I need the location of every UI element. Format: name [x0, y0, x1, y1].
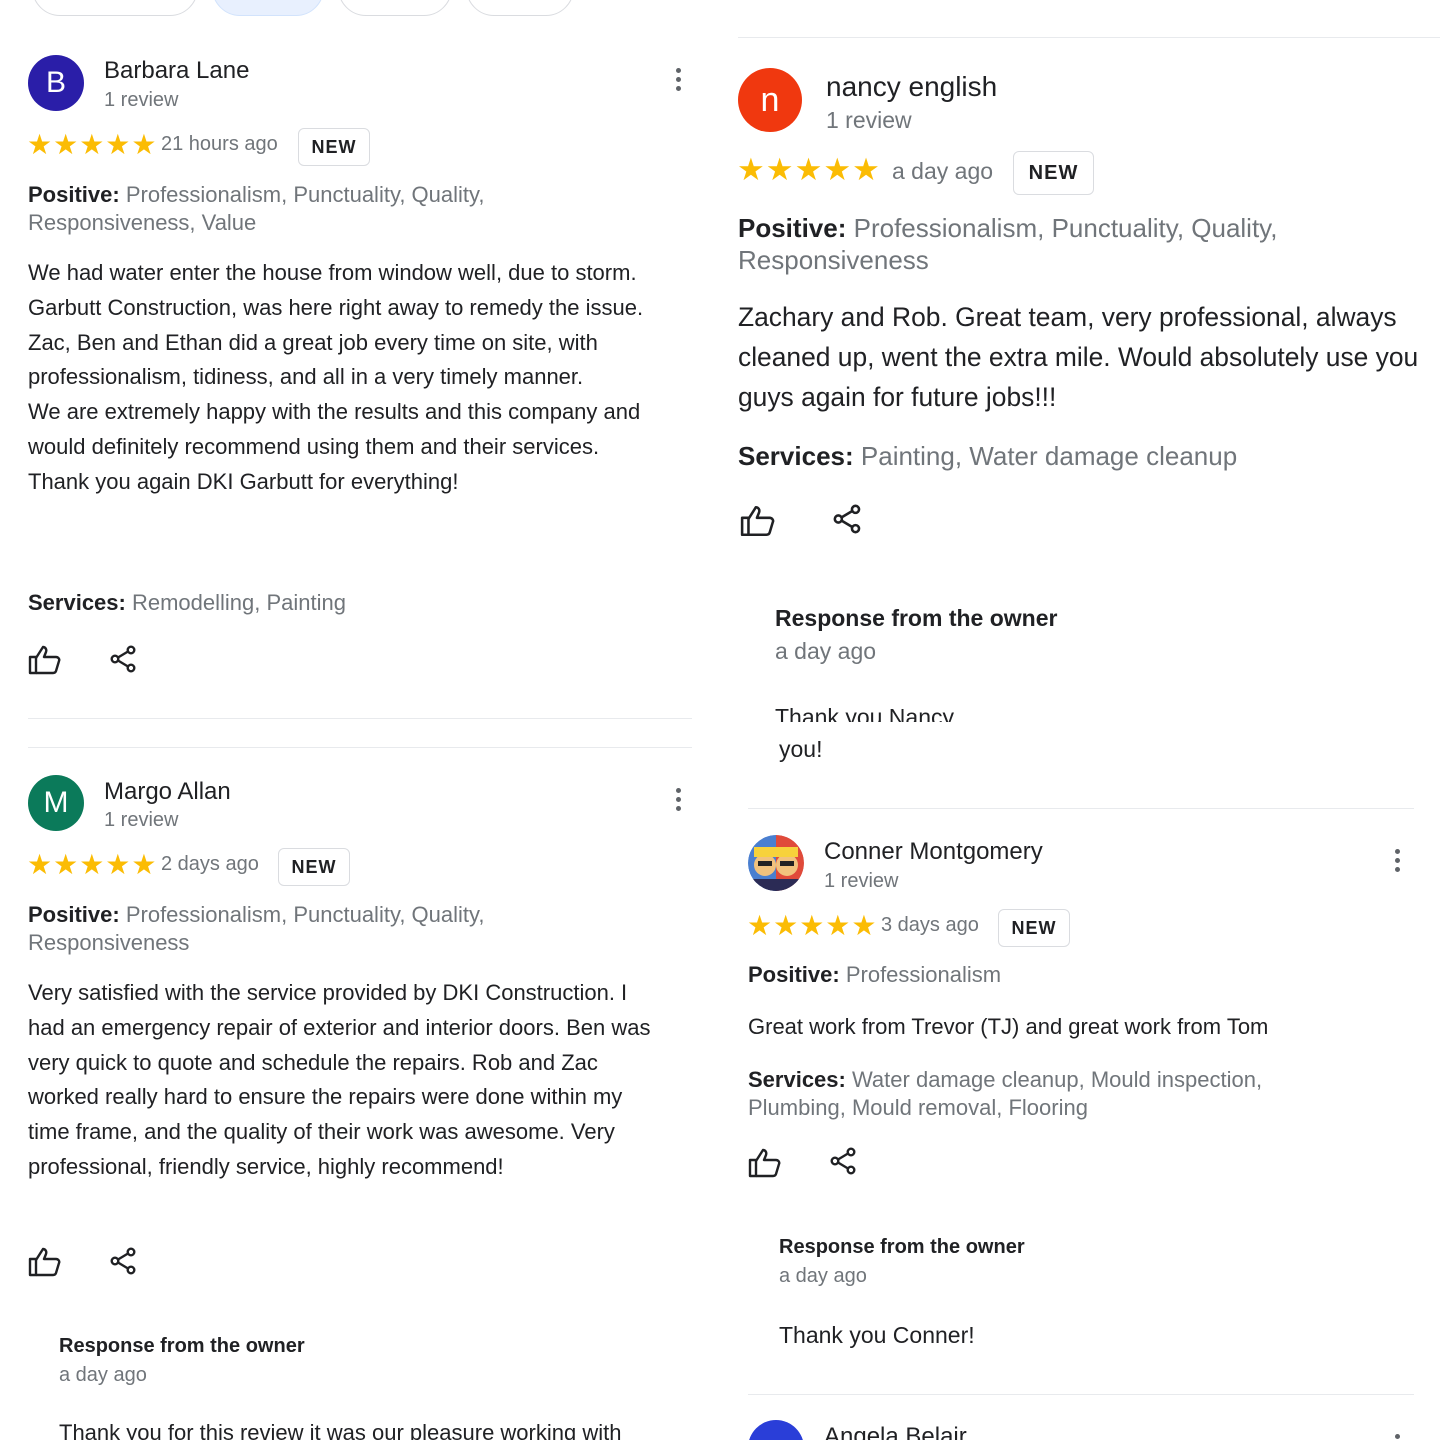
star-rating: ★★★★★: [737, 152, 881, 187]
owner-response-text-glitch: Thank you Nancy: [775, 704, 954, 722]
positive-attributes: Positive: Professionalism, Punctuality, …: [28, 901, 568, 957]
filter-chip-3[interactable]: [338, 0, 452, 16]
avatar[interactable]: [748, 1420, 804, 1440]
services-label: Services:: [738, 441, 854, 471]
review-count: 1 review: [104, 89, 179, 111]
owner-response-time: a day ago: [59, 1364, 147, 1386]
owner-response-title: Response from the owner: [779, 1236, 1025, 1258]
filter-chip-4[interactable]: [466, 0, 574, 16]
owner-response-text: Thank you Conner!: [779, 1322, 975, 1348]
more-options-icon[interactable]: [1395, 1434, 1401, 1440]
more-options-icon[interactable]: [1395, 849, 1401, 872]
thumbs-up-icon[interactable]: [748, 1147, 782, 1179]
positive-label: Positive:: [748, 962, 840, 987]
positive-attributes: Positive: Professionalism: [748, 962, 1001, 988]
positive-attributes: Positive: Professionalism, Punctuality, …: [738, 212, 1348, 276]
thumbs-up-icon[interactable]: [28, 644, 62, 676]
services-values: Painting, Water damage cleanup: [860, 441, 1238, 471]
new-badge: NEW: [1013, 151, 1094, 195]
owner-response-text-end: you!: [779, 736, 823, 762]
avatar[interactable]: n: [738, 68, 802, 132]
review-time: 21 hours ago: [161, 133, 278, 155]
positive-values: Professionalism: [845, 962, 1002, 987]
review-count: 1 review: [824, 870, 899, 892]
review-text: Very satisfied with the service provided…: [28, 980, 651, 1179]
avatar[interactable]: [748, 835, 804, 891]
new-badge: NEW: [998, 909, 1070, 947]
review-count: 1 review: [104, 809, 179, 831]
review-time: 3 days ago: [881, 914, 979, 936]
owner-response-title: Response from the owner: [775, 605, 1058, 631]
divider: [28, 747, 692, 748]
review-count: 1 review: [826, 107, 912, 133]
review-text: We had water enter the house from window…: [28, 260, 644, 494]
services: Services: Water damage cleanup, Mould in…: [748, 1066, 1268, 1122]
share-icon[interactable]: [833, 504, 863, 534]
positive-label: Positive:: [28, 902, 120, 927]
star-rating: ★★★★★: [747, 910, 878, 941]
filter-chip-2[interactable]: [212, 0, 324, 16]
services-values: Remodelling, Painting: [131, 590, 347, 615]
star-rating: ★★★★★: [27, 849, 158, 880]
services: Services: Painting, Water damage cleanup: [738, 441, 1237, 472]
review-text: Great work from Trevor (TJ) and great wo…: [748, 1014, 1269, 1039]
share-icon[interactable]: [110, 1247, 138, 1275]
owner-response-time: a day ago: [775, 638, 877, 664]
avatar[interactable]: M: [28, 775, 84, 831]
divider: [748, 808, 1414, 809]
positive-label: Positive:: [28, 182, 120, 207]
more-options-icon[interactable]: [676, 788, 682, 811]
filter-chip-1[interactable]: [32, 0, 198, 16]
reviewer-name[interactable]: Margo Allan: [104, 778, 231, 806]
share-icon[interactable]: [830, 1147, 858, 1175]
reviewer-name[interactable]: Barbara Lane: [104, 57, 249, 85]
review-time: 2 days ago: [161, 853, 259, 875]
share-icon[interactable]: [110, 645, 138, 673]
owner-response-title: Response from the owner: [59, 1335, 305, 1357]
new-badge: NEW: [298, 128, 370, 166]
more-options-icon[interactable]: [676, 68, 682, 91]
star-rating: ★★★★★: [27, 129, 158, 160]
reviewer-name[interactable]: Conner Montgomery: [824, 838, 1043, 866]
review-time: a day ago: [892, 158, 994, 184]
positive-attributes: Positive: Professionalism, Punctuality, …: [28, 181, 568, 237]
owner-response-text: Thank you for this review it was our ple…: [59, 1420, 622, 1440]
services-label: Services:: [748, 1067, 846, 1092]
divider: [748, 1394, 1414, 1395]
services-label: Services:: [28, 590, 126, 615]
owner-response-text: Thank you Nancy: [775, 704, 1415, 722]
reviewer-name[interactable]: Angela Belair: [824, 1423, 967, 1440]
thumbs-up-icon[interactable]: [28, 1246, 62, 1278]
services: Services: Remodelling, Painting: [28, 590, 346, 616]
owner-response-time: a day ago: [779, 1265, 867, 1287]
divider: [28, 718, 692, 719]
reviewer-name[interactable]: nancy english: [826, 71, 997, 103]
thumbs-up-icon[interactable]: [740, 504, 776, 538]
review-text: Zachary and Rob. Great team, very profes…: [738, 302, 1419, 412]
new-badge: NEW: [278, 848, 350, 886]
avatar[interactable]: B: [28, 55, 84, 111]
divider: [738, 37, 1440, 38]
positive-label: Positive:: [738, 213, 847, 243]
